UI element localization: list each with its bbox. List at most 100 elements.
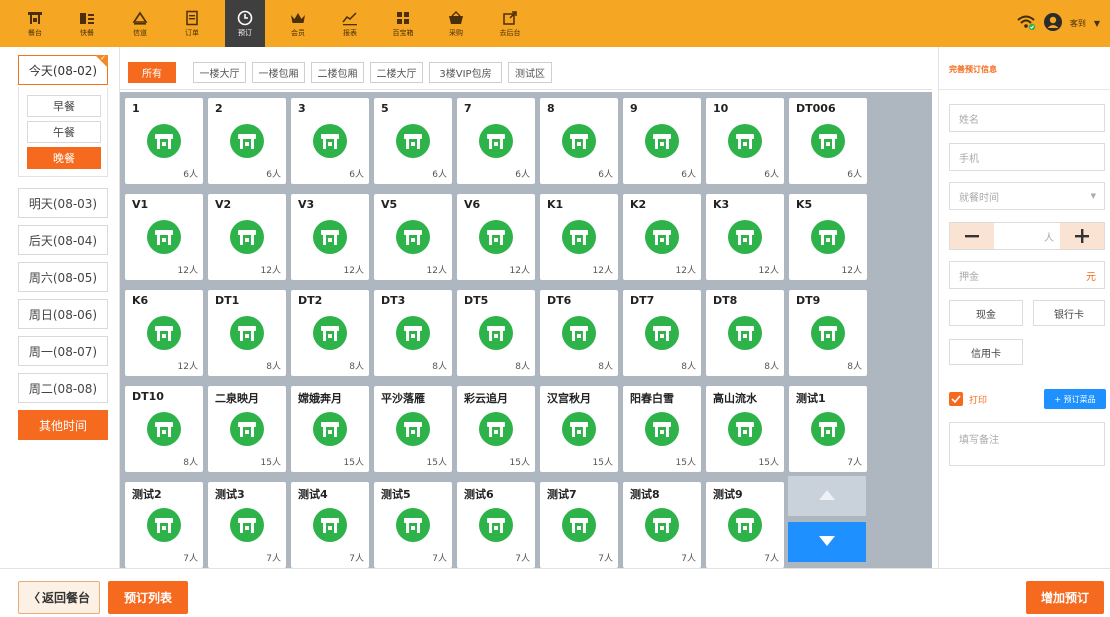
table-card[interactable]: DT2 8人	[291, 290, 369, 376]
table-card[interactable]: 测试9 7人	[706, 482, 784, 568]
avatar[interactable]	[1043, 13, 1062, 34]
pay-credit-button[interactable]: 信用卡	[949, 339, 1023, 365]
scroll-up-button[interactable]	[788, 476, 866, 516]
nav-item-3[interactable]: 订单	[172, 0, 212, 47]
dining-table-icon	[811, 124, 845, 158]
filter-tab[interactable]: 3楼VIP包房	[429, 62, 502, 83]
table-card[interactable]: DT9 8人	[789, 290, 867, 376]
pay-cash-button[interactable]: 现金	[949, 300, 1023, 326]
date-button[interactable]: 今天(08-02) ✓	[18, 54, 108, 85]
table-name: 测试2	[132, 488, 162, 501]
nav-item-6[interactable]: 报表	[330, 0, 370, 47]
filter-tab[interactable]: 二楼大厅	[370, 62, 423, 83]
deposit-field[interactable]: 押金 元	[949, 261, 1105, 289]
table-card[interactable]: 汉宫秋月 15人	[540, 386, 618, 472]
filter-tab[interactable]: 一楼大厅	[193, 62, 246, 83]
table-card[interactable]: DT8 8人	[706, 290, 784, 376]
date-button[interactable]: 后天(08-04)	[18, 225, 108, 255]
print-checkbox-row[interactable]: 打印	[949, 392, 987, 406]
nav-item-7[interactable]: 百宝箱	[383, 0, 423, 47]
filter-label: 一楼大厅	[199, 69, 240, 80]
add-reservation-button[interactable]: 增加预订	[1026, 581, 1104, 614]
date-button[interactable]: 明天(08-03)	[18, 188, 108, 218]
phone-field[interactable]: 手机	[949, 143, 1105, 171]
table-card[interactable]: DT3 8人	[374, 290, 452, 376]
nav-item-2[interactable]: 信道	[120, 0, 160, 47]
table-card[interactable]: 5 6人	[374, 98, 452, 184]
back-to-tables-button[interactable]: 〈返回餐台	[18, 581, 100, 614]
table-card[interactable]: 测试2 7人	[125, 482, 203, 568]
filter-tab[interactable]: 所有	[128, 62, 176, 83]
table-card[interactable]: V2 12人	[208, 194, 286, 280]
order-dish-button[interactable]: + 预订菜品	[1044, 389, 1106, 409]
table-card[interactable]: 8 6人	[540, 98, 618, 184]
table-card[interactable]: K1 12人	[540, 194, 618, 280]
other-time-button[interactable]: 其他时间	[18, 410, 108, 440]
table-card[interactable]: 测试4 7人	[291, 482, 369, 568]
nav-item-4[interactable]: 预订	[225, 0, 265, 47]
meal-button[interactable]: 早餐	[27, 95, 101, 117]
table-card[interactable]: 7 6人	[457, 98, 535, 184]
table-card[interactable]: 3 6人	[291, 98, 369, 184]
plus-button[interactable]	[1060, 223, 1104, 249]
table-card[interactable]: 二泉映月 15人	[208, 386, 286, 472]
nav-item-9[interactable]: 去后台	[490, 0, 530, 47]
checkbox-checked-icon[interactable]	[949, 392, 963, 406]
table-card[interactable]: 测试3 7人	[208, 482, 286, 568]
table-card[interactable]: 测试6 7人	[457, 482, 535, 568]
table-card[interactable]: 测试1 7人	[789, 386, 867, 472]
filter-tab[interactable]: 测试区	[508, 62, 552, 83]
filter-tab[interactable]: 二楼包厢	[311, 62, 364, 83]
table-card[interactable]: 1 6人	[125, 98, 203, 184]
reservation-list-button[interactable]: 预订列表	[108, 581, 188, 614]
nav-item-1[interactable]: 快餐	[67, 0, 107, 47]
table-card[interactable]: 阳春白雪 15人	[623, 386, 701, 472]
dining-time-select[interactable]: 就餐时间 ▼	[949, 182, 1105, 210]
table-card[interactable]: V1 12人	[125, 194, 203, 280]
table-card[interactable]: 高山流水 15人	[706, 386, 784, 472]
table-card[interactable]: V5 12人	[374, 194, 452, 280]
filter-tab[interactable]: 一楼包厢	[252, 62, 305, 83]
table-card[interactable]: DT6 8人	[540, 290, 618, 376]
table-card[interactable]: 测试5 7人	[374, 482, 452, 568]
table-card[interactable]: DT1 8人	[208, 290, 286, 376]
date-button[interactable]: 周六(08-05)	[18, 262, 108, 292]
chevron-down-icon[interactable]: ▼	[1094, 19, 1100, 28]
table-card[interactable]: DT7 8人	[623, 290, 701, 376]
nav-item-0[interactable]: 餐台	[15, 0, 55, 47]
table-card[interactable]: 10 6人	[706, 98, 784, 184]
table-card[interactable]: 测试7 7人	[540, 482, 618, 568]
nav-item-5[interactable]: 会员	[278, 0, 318, 47]
meal-button[interactable]: 午餐	[27, 121, 101, 143]
table-card[interactable]: DT5 8人	[457, 290, 535, 376]
meal-button[interactable]: 晚餐	[27, 147, 101, 169]
table-card[interactable]: K3 12人	[706, 194, 784, 280]
user-name[interactable]: 客到	[1070, 18, 1086, 29]
date-button[interactable]: 周二(08-08)	[18, 373, 108, 403]
table-card[interactable]: V3 12人	[291, 194, 369, 280]
pay-bank-button[interactable]: 银行卡	[1033, 300, 1105, 326]
table-card[interactable]: DT10 8人	[125, 386, 203, 472]
table-name: V1	[132, 198, 149, 211]
table-card[interactable]: K5 12人	[789, 194, 867, 280]
note-textarea[interactable]: 填写备注	[949, 422, 1105, 466]
nav-item-8[interactable]: 采购	[436, 0, 476, 47]
table-card[interactable]: 2 6人	[208, 98, 286, 184]
name-field[interactable]: 姓名	[949, 104, 1105, 132]
date-button[interactable]: 周日(08-06)	[18, 299, 108, 329]
dining-table-icon	[147, 508, 181, 542]
table-card[interactable]: V6 12人	[457, 194, 535, 280]
table-card[interactable]: 彩云追月 15人	[457, 386, 535, 472]
table-card[interactable]: K6 12人	[125, 290, 203, 376]
table-card[interactable]: K2 12人	[623, 194, 701, 280]
table-card[interactable]: 测试8 7人	[623, 482, 701, 568]
date-button[interactable]: 周一(08-07)	[18, 336, 108, 366]
table-card[interactable]: DT006 6人	[789, 98, 867, 184]
table-card[interactable]: 嫦娥奔月 15人	[291, 386, 369, 472]
table-capacity: 6人	[349, 170, 364, 180]
table-card[interactable]: 9 6人	[623, 98, 701, 184]
minus-button[interactable]	[950, 223, 994, 249]
scroll-down-button[interactable]	[788, 522, 866, 562]
table-card[interactable]: 平沙落雁 15人	[374, 386, 452, 472]
table-name: 测试1	[796, 392, 826, 405]
